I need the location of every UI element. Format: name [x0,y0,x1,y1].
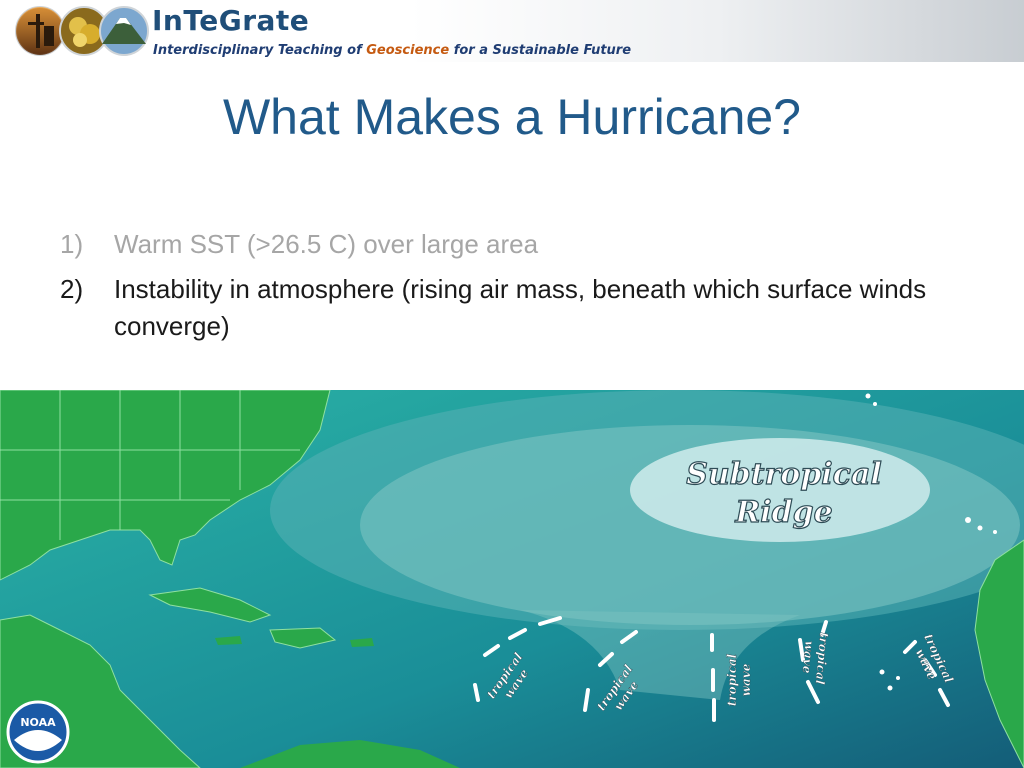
bullet-number: 2) [60,274,84,304]
bullet-list: 1) Warm SST (>26.5 C) over large area 2)… [60,226,980,353]
ridge-label-line1: Subtropical [686,457,882,492]
ridge-label-line2: Ridge [734,495,832,530]
bullet-text: Warm SST (>26.5 C) over large area [114,229,539,259]
wave-label-4-line2: wave [800,640,817,674]
integrate-logo [15,6,149,56]
oil-rig-icon [15,6,65,56]
bullet-item-1: 1) Warm SST (>26.5 C) over large area [60,226,980,263]
bullet-number: 1) [60,229,84,259]
brand-name: InTeGrate [152,4,310,37]
wave-label-3-line2: wave [739,663,753,696]
wave-label-3-line1: tropical [725,653,739,706]
tagline-part2: Geoscience [366,43,450,58]
slide-title: What Makes a Hurricane? [222,89,801,145]
bullet-item-2: 2) Instability in atmosphere (rising air… [60,271,980,345]
tagline-part3: for a Sustainable Future [449,43,632,58]
slide-header: InTeGrate Interdisciplinary Teaching of … [0,0,1024,62]
hurricane-map: Subtropical Ridge tropical wave tropical… [0,390,1024,768]
volcano-icon [99,6,149,56]
tagline-part1: Interdisciplinary Teaching of [153,43,367,58]
noaa-badge: NOAA [6,700,70,764]
noaa-badge-text: NOAA [20,716,56,729]
brand-tagline: Interdisciplinary Teaching of Geoscience… [153,43,631,58]
bullet-text: Instability in atmosphere (rising air ma… [114,274,927,341]
